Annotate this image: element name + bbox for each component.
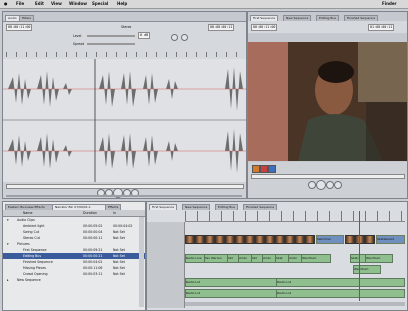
video-clip[interactable] (205, 235, 215, 244)
canvas-tabs: First Sequence New Sequence Editing Bus … (250, 15, 405, 21)
video-clip-swimmer[interactable]: Swimmer (316, 235, 344, 244)
list-item[interactable]: ▸ New Sequence (3, 277, 145, 283)
audio-clip[interactable]: Wardhum (353, 265, 381, 274)
timeline-playhead[interactable] (359, 211, 360, 301)
video-clip[interactable] (215, 235, 225, 244)
viewer-ruler (6, 52, 242, 57)
canvas-timecode-right[interactable]: 01:00:00:11 (368, 24, 395, 31)
tab-timeline-editing-bus[interactable]: Editing Bus (215, 204, 238, 210)
audio-clip[interactable]: Tax Warren (204, 254, 228, 263)
video-clip[interactable] (225, 235, 235, 244)
video-clip[interactable] (235, 235, 245, 244)
menu-bar: ● File Edit View Window Special Help Fin… (0, 0, 408, 9)
viewer-transport (3, 182, 246, 198)
audio-track-1: Radio Line Tax Warren Skt Ambi Skt Ambi … (185, 254, 405, 263)
viewer-controls: 00:00:11:00 00:00:00:11 Stereo Level 0 d… (3, 21, 246, 59)
column-in[interactable]: In (113, 211, 116, 215)
video-clip[interactable] (365, 235, 375, 244)
browser-scrollbar[interactable] (139, 217, 144, 307)
menu-help[interactable]: Help (117, 1, 127, 6)
track-headers (147, 222, 185, 308)
timeline-window: First Sequence New Sequence Editing Bus … (146, 201, 408, 311)
video-clip[interactable] (345, 235, 355, 244)
video-clip[interactable] (355, 235, 365, 244)
canvas-video-frame (248, 42, 407, 161)
video-clip[interactable] (265, 235, 275, 244)
level-label: Level (73, 34, 82, 38)
audio-clip[interactable]: Radio Lot (276, 289, 405, 298)
video-clip[interactable] (305, 235, 315, 244)
level-slider[interactable] (87, 35, 135, 37)
canvas-fast-forward-icon[interactable] (326, 181, 334, 189)
timeline-ruler[interactable] (185, 211, 405, 222)
audio-waveform-display[interactable] (3, 59, 246, 182)
viewer-scrollbar[interactable] (6, 195, 242, 197)
canvas-next-edit-icon[interactable] (334, 181, 342, 189)
reset-icon[interactable] (171, 34, 178, 41)
viewer-timecode-left[interactable]: 00:00:11:00 (6, 24, 33, 31)
menu-file[interactable]: File (16, 1, 24, 6)
video-frame-image (248, 42, 407, 161)
timeline-tabs: First Sequence New Sequence Editing Bus … (149, 204, 405, 210)
audio-clip[interactable]: Radio Lot (276, 278, 405, 287)
timeline-scrollbar[interactable] (185, 302, 405, 306)
audio-clip[interactable]: Radio Lot (185, 278, 277, 287)
browser-tabs: Eastern Business Effects Narrator Bin 07… (5, 204, 143, 210)
browser-window: Eastern Business Effects Narrator Bin 07… (2, 201, 146, 311)
canvas-timecode-left[interactable]: 00:00:11:00 (251, 24, 278, 31)
spread-label: Spread (73, 42, 85, 46)
audio-clip[interactable]: Skat (275, 254, 289, 263)
viewer-timecode-right[interactable]: 00:00:00:11 (208, 24, 235, 31)
canvas-window: First Sequence New Sequence Editing Bus … (247, 11, 408, 199)
tab-timeline-new-sequence[interactable]: New Sequence (182, 204, 211, 210)
audio-clip[interactable]: Wardhum (365, 254, 393, 263)
menu-view[interactable]: View (51, 1, 62, 6)
video-clip[interactable] (245, 235, 255, 244)
viewer-tabs: Audio Filters (5, 15, 65, 21)
apple-menu-icon[interactable]: ● (4, 1, 8, 6)
video-clip[interactable] (295, 235, 305, 244)
canvas-transport (248, 162, 407, 198)
menu-special[interactable]: Special (92, 1, 108, 6)
audio-track-1b: Wardhum (185, 265, 405, 274)
waveform-svg (3, 59, 246, 182)
audio-clip[interactable]: Radio Line (185, 254, 205, 263)
menu-window[interactable]: Window (69, 1, 87, 6)
drag-hand-icon[interactable] (181, 34, 188, 41)
browser-list: ▾ Audio Clips Ambient light 00:00:05:02 00:… (3, 217, 145, 309)
menu-edit[interactable]: Edit (35, 1, 44, 6)
overwrite-button[interactable] (260, 165, 268, 173)
audio-track-2: Radio Lot Radio Lot (185, 278, 405, 287)
finder-app-menu[interactable]: Finder (382, 1, 397, 6)
tab-timeline-finished-sequence[interactable]: Finished Sequence (243, 204, 278, 210)
viewer-window: Audio Filters 00:00:11:00 00:00:00:11 St… (2, 11, 247, 199)
stereo-label: Stereo (121, 25, 132, 29)
canvas-play-icon[interactable] (316, 180, 326, 190)
audio-clip[interactable]: Wardhum (301, 254, 331, 263)
canvas-controls: 00:00:11:00 01:00:00:11 (248, 21, 407, 33)
video-clip[interactable] (255, 235, 265, 244)
replace-button[interactable] (268, 165, 276, 173)
column-duration[interactable]: Duration (83, 211, 97, 215)
video-clip[interactable] (195, 235, 205, 244)
video-clip[interactable] (275, 235, 285, 244)
audio-clip[interactable]: Skati (350, 254, 366, 263)
tab-timeline-first-sequence[interactable]: First Sequence (149, 204, 178, 210)
video-clip[interactable] (285, 235, 295, 244)
video-clip[interactable] (185, 235, 195, 244)
insert-button[interactable] (252, 165, 260, 173)
column-name[interactable]: Name (23, 211, 32, 215)
video-track: Swimmer Skateboard (185, 235, 405, 244)
canvas-rewind-icon[interactable] (308, 181, 316, 189)
video-clip-skateboard[interactable]: Skateboard (376, 235, 405, 244)
audio-clip[interactable]: Ambi (262, 254, 276, 263)
audio-clip[interactable]: Ambi (288, 254, 302, 263)
canvas-scrubber[interactable] (251, 174, 405, 179)
level-field[interactable]: 0 dB (138, 32, 151, 39)
audio-track-3: Radio Lot Radio Lot (185, 289, 405, 298)
audio-clip[interactable]: Ambi (238, 254, 252, 263)
audio-clip[interactable]: Radio Lot (185, 289, 277, 298)
browser-header: Name Duration In (3, 210, 145, 217)
spread-slider[interactable] (87, 43, 135, 45)
